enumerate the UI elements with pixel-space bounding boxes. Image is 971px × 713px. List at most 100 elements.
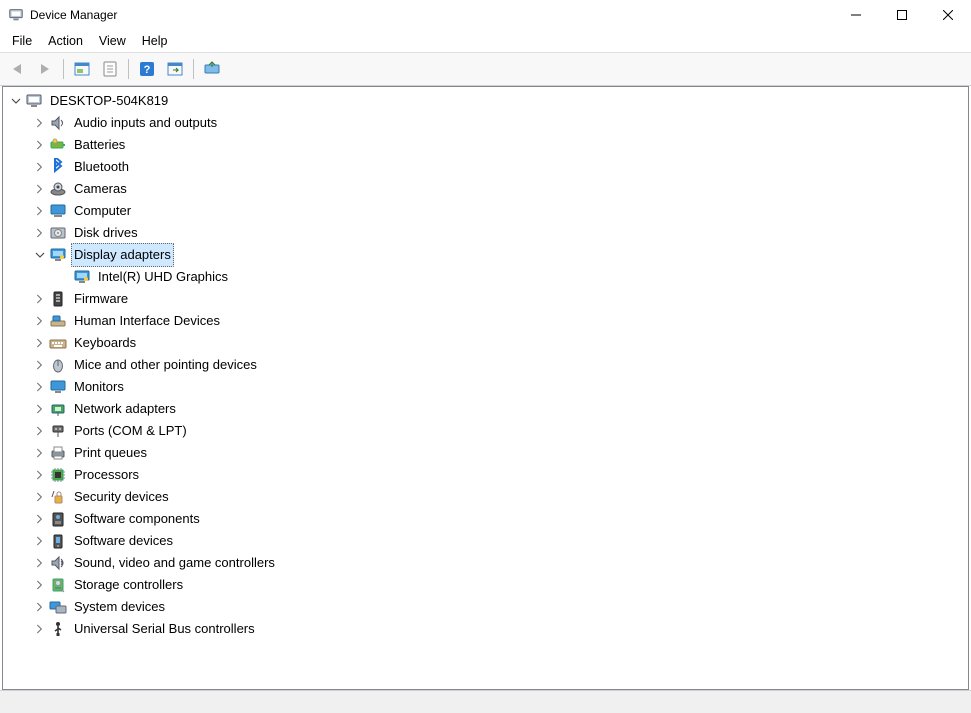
ports-icon [49,422,67,440]
tree-category-row[interactable]: Security devices [3,486,968,508]
tree-category-row[interactable]: Display adapters [3,244,968,266]
chevron-right-icon[interactable] [33,226,47,240]
tree-category-row[interactable]: System devices [3,596,968,618]
tree-category-label: Human Interface Devices [71,309,223,333]
status-bar [0,690,971,713]
chevron-right-icon[interactable] [33,534,47,548]
chevron-right-icon[interactable] [33,380,47,394]
tree-root-row[interactable]: DESKTOP-504K819 [3,90,968,112]
usb-icon [49,620,67,638]
display-icon [49,246,67,264]
toolbar [0,53,971,86]
chevron-right-icon[interactable] [33,578,47,592]
toolbar-separator [63,59,64,79]
tree-category-row[interactable]: Disk drives [3,222,968,244]
tree-category-row[interactable]: Software components [3,508,968,530]
toolbar-add-legacy-button[interactable] [199,56,225,82]
chevron-right-icon[interactable] [33,622,47,636]
tree-category-row[interactable]: Human Interface Devices [3,310,968,332]
swdev-icon [49,532,67,550]
chevron-right-icon[interactable] [33,402,47,416]
toolbar-properties-button[interactable] [97,56,123,82]
minimize-button[interactable] [833,0,879,30]
tree-category-label: Disk drives [71,221,141,245]
computer-icon [49,202,67,220]
printer-icon [49,444,67,462]
menu-bar: File Action View Help [0,30,971,53]
tree-category-row[interactable]: Bluetooth [3,156,968,178]
chevron-right-icon[interactable] [33,446,47,460]
tree-category-row[interactable]: Storage controllers [3,574,968,596]
chevron-right-icon[interactable] [33,512,47,526]
tree-category-row[interactable]: Cameras [3,178,968,200]
keyboard-icon [49,334,67,352]
tree-device-row[interactable]: Intel(R) UHD Graphics [3,266,968,288]
tree-category-row[interactable]: Firmware [3,288,968,310]
tree-category-row[interactable]: Software devices [3,530,968,552]
chevron-right-icon[interactable] [33,358,47,372]
monitor-icon [49,378,67,396]
toolbar-show-hidden-button[interactable] [69,56,95,82]
swcomp-icon [49,510,67,528]
toolbar-help-button[interactable] [134,56,160,82]
menu-help[interactable]: Help [134,32,176,50]
tree-category-label: Audio inputs and outputs [71,111,220,135]
firmware-icon [49,290,67,308]
tree-category-row[interactable]: Processors [3,464,968,486]
cpu-icon [49,466,67,484]
battery-icon [49,136,67,154]
maximize-button[interactable] [879,0,925,30]
menu-view[interactable]: View [91,32,134,50]
chevron-right-icon[interactable] [33,160,47,174]
tree-category-row[interactable]: Batteries [3,134,968,156]
chevron-right-icon[interactable] [33,556,47,570]
chevron-right-icon[interactable] [33,490,47,504]
chevron-right-icon[interactable] [33,600,47,614]
tree-category-label: Universal Serial Bus controllers [71,617,258,641]
bluetooth-icon [49,158,67,176]
tree-category-row[interactable]: Ports (COM & LPT) [3,420,968,442]
chevron-right-icon[interactable] [33,468,47,482]
tree-category-row[interactable]: Mice and other pointing devices [3,354,968,376]
tree-category-label: Security devices [71,485,172,509]
device-tree-pane[interactable]: DESKTOP-504K819 Audio inputs and outputs… [2,86,969,690]
menu-file[interactable]: File [4,32,40,50]
tree-category-label: Processors [71,463,142,487]
chevron-right-icon[interactable] [33,292,47,306]
toolbar-back-button[interactable] [4,56,30,82]
tree-category-row[interactable]: Print queues [3,442,968,464]
chevron-right-icon[interactable] [33,336,47,350]
menu-action[interactable]: Action [40,32,91,50]
tree-category-row[interactable]: Audio inputs and outputs [3,112,968,134]
chevron-down-icon[interactable] [9,94,23,108]
chevron-down-icon[interactable] [33,248,47,262]
toolbar-scan-hardware-button[interactable] [162,56,188,82]
chevron-right-icon[interactable] [33,182,47,196]
tree-category-label: Storage controllers [71,573,186,597]
toolbar-forward-button[interactable] [32,56,58,82]
tree-category-label: Mice and other pointing devices [71,353,260,377]
tree-category-label: Firmware [71,287,131,311]
tree-category-label: Cameras [71,177,130,201]
chevron-right-icon[interactable] [33,424,47,438]
tree-category-row[interactable]: Network adapters [3,398,968,420]
tree-category-row[interactable]: Monitors [3,376,968,398]
tree-category-label: Batteries [71,133,128,157]
chevron-right-icon[interactable] [33,204,47,218]
chevron-right-icon[interactable] [33,314,47,328]
toolbar-separator [128,59,129,79]
tree-category-label: Bluetooth [71,155,132,179]
tree-category-row[interactable]: Keyboards [3,332,968,354]
chevron-right-icon[interactable] [33,116,47,130]
titlebar[interactable]: Device Manager [0,0,971,30]
window-title: Device Manager [30,8,117,22]
close-button[interactable] [925,0,971,30]
chevron-right-icon[interactable] [33,138,47,152]
tree-category-row[interactable]: Computer [3,200,968,222]
storage-icon [49,576,67,594]
tree-category-label: Display adapters [71,243,174,267]
tree-category-row[interactable]: Sound, video and game controllers [3,552,968,574]
tree-category-label: Print queues [71,441,150,465]
computer-icon [25,92,43,110]
tree-category-row[interactable]: Universal Serial Bus controllers [3,618,968,640]
